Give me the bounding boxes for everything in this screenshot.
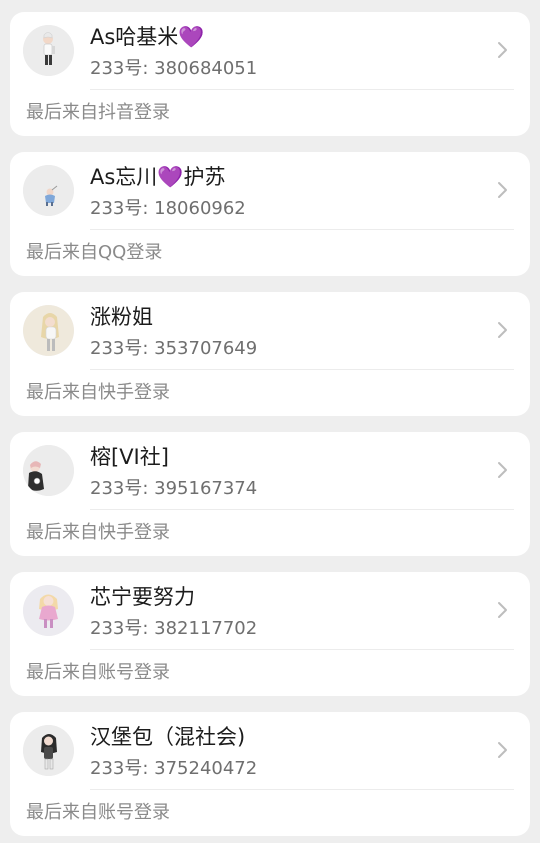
chevron-right-icon (496, 600, 510, 620)
last-login-source: 最后来自快手登录 (26, 382, 170, 403)
avatar (23, 585, 74, 636)
account-name: 汉堡包（混社会) (90, 725, 246, 749)
account-id: 233号: 380684051 (90, 58, 258, 79)
last-login-source: 最后来自抖音登录 (26, 102, 170, 123)
avatar-figure-blonde-icon (23, 305, 74, 356)
account-id: 233号: 353707649 (90, 338, 258, 359)
divider (90, 369, 514, 370)
last-login-source: 最后来自QQ登录 (26, 242, 163, 263)
last-login-source: 最后来自账号登录 (26, 802, 170, 823)
chevron-right-icon (496, 320, 510, 340)
divider (90, 649, 514, 650)
last-login-source: 最后来自快手登录 (26, 522, 170, 543)
account-name: 芯宁要努力 (90, 585, 195, 609)
account-id: 233号: 18060962 (90, 198, 246, 219)
divider (90, 789, 514, 790)
account-id: 233号: 375240472 (90, 758, 258, 779)
divider (90, 89, 514, 90)
account-card[interactable]: As哈基米💜 233号: 380684051 最后来自抖音登录 (10, 12, 530, 136)
account-id: 233号: 395167374 (90, 478, 258, 499)
avatar-figure-dark-hair-icon (23, 725, 74, 776)
account-card[interactable]: 榕[VI社] 233号: 395167374 最后来自快手登录 (10, 432, 530, 556)
avatar (23, 725, 74, 776)
account-card[interactable]: 芯宁要努力 233号: 382117702 最后来自账号登录 (10, 572, 530, 696)
chevron-right-icon (496, 180, 510, 200)
account-name: As哈基米💜 (90, 25, 205, 49)
account-card[interactable]: 涨粉姐 233号: 353707649 最后来自快手登录 (10, 292, 530, 416)
last-login-source: 最后来自账号登录 (26, 662, 170, 683)
avatar (23, 445, 74, 496)
account-name: As忘川💜护苏 (90, 165, 226, 189)
avatar-figure-small-blue-icon (23, 165, 74, 216)
account-name: 榕[VI社] (90, 445, 169, 469)
avatar (23, 25, 74, 76)
divider (90, 229, 514, 230)
account-card[interactable]: 汉堡包（混社会) 233号: 375240472 最后来自账号登录 (10, 712, 530, 836)
account-id: 233号: 382117702 (90, 618, 258, 639)
avatar (23, 165, 74, 216)
chevron-right-icon (496, 40, 510, 60)
avatar (23, 305, 74, 356)
account-name: 涨粉姐 (90, 305, 153, 329)
chevron-right-icon (496, 740, 510, 760)
avatar-figure-dark-cloak-icon (23, 445, 74, 496)
avatar-figure-white-outfit-icon (23, 25, 74, 76)
chevron-right-icon (496, 460, 510, 480)
avatar-figure-pink-dress-icon (23, 585, 74, 636)
account-card[interactable]: As忘川💜护苏 233号: 18060962 最后来自QQ登录 (10, 152, 530, 276)
divider (90, 509, 514, 510)
